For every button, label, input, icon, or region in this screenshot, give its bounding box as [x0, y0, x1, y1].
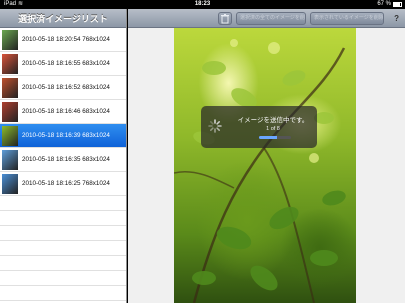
image-list-item[interactable]: 2010-05-18 18:16:52 683x1024	[0, 76, 126, 100]
image-list-header: 選択済イメージリスト	[0, 9, 126, 28]
image-list-item[interactable]: 2010-05-18 18:16:35 683x1024	[0, 148, 126, 172]
help-button[interactable]: ?	[394, 11, 399, 26]
battery-icon	[393, 2, 402, 7]
clock: 18:23	[194, 1, 211, 7]
image-thumbnail	[2, 126, 18, 146]
empty-row	[0, 256, 126, 271]
image-thumbnail	[2, 78, 18, 98]
image-list-item-label: 2010-05-18 18:16:25 768x1024	[22, 180, 110, 187]
image-list-item[interactable]: 2010-05-18 18:16:46 683x1024	[0, 100, 126, 124]
image-list-item[interactable]: 2010-05-18 18:20:54 768x1024	[0, 28, 126, 52]
image-thumbnail	[2, 174, 18, 194]
sending-progress-hud: イメージを送信中です。 1 of 8	[201, 106, 317, 148]
image-list-item-label: 2010-05-18 18:16:52 683x1024	[22, 84, 110, 91]
selected-photo	[174, 28, 356, 303]
detail-toolbar: 選択済の全てのイメージを削除 表示されているイメージを削除 ?	[128, 9, 405, 28]
spinner-icon	[208, 119, 222, 133]
detail-pane: 選択済の全てのイメージを削除 表示されているイメージを削除 ?	[128, 9, 405, 303]
empty-row	[0, 241, 126, 256]
empty-row	[0, 196, 126, 211]
image-list-item[interactable]: 2010-05-18 18:16:39 683x1024	[0, 124, 126, 148]
image-thumbnail	[2, 150, 18, 170]
sending-message: イメージを送信中です。	[237, 117, 309, 124]
image-list-panel: 選択済イメージリスト 2010-05-18 18:20:54 768x1024 2…	[0, 9, 127, 303]
image-list-title: 選択済イメージリスト	[18, 14, 108, 24]
empty-row	[0, 211, 126, 226]
battery-percent: 67 %	[377, 1, 391, 7]
image-list-item-label: 2010-05-18 18:16:46 683x1024	[22, 108, 110, 115]
empty-row	[0, 226, 126, 241]
sending-progress-bar	[259, 136, 291, 139]
remove-shown-button[interactable]: 表示されているイメージを削除	[310, 12, 384, 25]
status-bar: iPad ≋ 18:23 67 %	[0, 0, 405, 9]
sending-count: 1 of 8	[266, 126, 280, 132]
image-list-item-label: 2010-05-18 18:16:35 683x1024	[22, 156, 110, 163]
image-list-item-label: 2010-05-18 18:16:39 683x1024	[22, 132, 110, 139]
trash-icon[interactable]	[218, 12, 232, 25]
progress-fill	[259, 136, 277, 139]
image-list: 2010-05-18 18:20:54 768x1024 2010-05-18 1…	[0, 28, 126, 196]
image-list-item-label: 2010-05-18 18:20:54 768x1024	[22, 36, 110, 43]
image-list-item-label: 2010-05-18 18:16:55 683x1024	[22, 60, 110, 67]
image-list-item[interactable]: 2010-05-18 18:16:25 768x1024	[0, 172, 126, 196]
empty-row	[0, 271, 126, 286]
image-thumbnail	[2, 30, 18, 50]
image-thumbnail	[2, 102, 18, 122]
image-list-item[interactable]: 2010-05-18 18:16:55 683x1024	[0, 52, 126, 76]
empty-row	[0, 286, 126, 301]
image-thumbnail	[2, 54, 18, 74]
remove-all-button[interactable]: 選択済の全てのイメージを削除	[236, 12, 306, 25]
